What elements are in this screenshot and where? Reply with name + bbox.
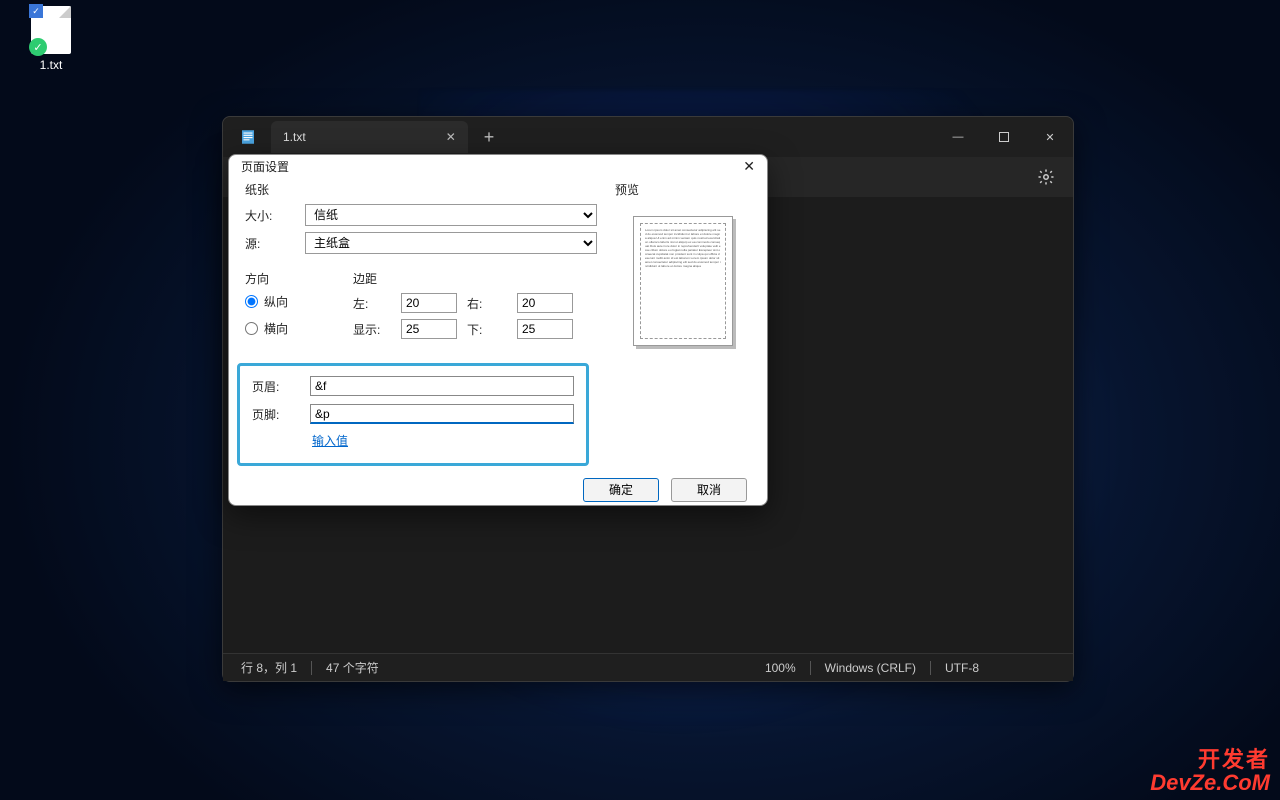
footer-input[interactable] (310, 404, 574, 424)
desktop-file-label: 1.txt (16, 58, 86, 72)
desktop-file-icon[interactable]: ✓ ✓ 1.txt (16, 6, 86, 72)
titlebar[interactable]: 1.txt ✕ + — ✕ (223, 117, 1073, 157)
preview-page: Lorem ipsum dolor sit amet consectetur a… (633, 216, 733, 346)
ok-button[interactable]: 确定 (583, 478, 659, 502)
paper-group-label: 纸张 (245, 181, 597, 198)
paper-size-label: 大小: (245, 207, 295, 224)
footer-label: 页脚: (252, 406, 296, 423)
close-window-button[interactable]: ✕ (1027, 117, 1073, 157)
preview-label: 预览 (615, 181, 751, 198)
margin-top-input[interactable] (401, 319, 457, 339)
status-cursor: 行 8，列 1 (241, 659, 297, 676)
watermark: 开发者 DevZe.CoM (1150, 748, 1270, 794)
cancel-button[interactable]: 取消 (671, 478, 747, 502)
check-badge-icon: ✓ (29, 4, 43, 18)
text-file-icon: ✓ ✓ (31, 6, 71, 54)
tab-title: 1.txt (283, 130, 306, 144)
paper-size-select[interactable]: 信纸 (305, 204, 597, 226)
margin-bottom-input[interactable] (517, 319, 573, 339)
margin-left-input[interactable] (401, 293, 457, 313)
desktop: ✓ ✓ 1.txt 1.txt ✕ + — ✕ (0, 0, 1280, 800)
page-setup-dialog: 页面设置 ✕ 纸张 大小: 信纸 源: 主纸盒 (228, 154, 768, 506)
watermark-line2: DevZe.CoM (1150, 771, 1270, 794)
new-tab-button[interactable]: + (484, 127, 495, 148)
paper-source-select[interactable]: 主纸盒 (305, 232, 597, 254)
preview-page-content: Lorem ipsum dolor sit amet consectetur a… (640, 223, 726, 339)
settings-gear-icon[interactable] (1037, 168, 1055, 186)
paper-group: 纸张 大小: 信纸 源: 主纸盒 (245, 181, 597, 260)
watermark-line1: 开发者 (1150, 748, 1270, 771)
margins-group-label: 边距 (353, 270, 597, 287)
margin-left-label: 左: (353, 295, 391, 312)
minimize-button[interactable]: — (935, 117, 981, 157)
orientation-portrait[interactable]: 纵向 (245, 293, 335, 310)
header-input[interactable] (310, 376, 574, 396)
paper-source-label: 源: (245, 235, 295, 252)
status-zoom: 100% (765, 661, 796, 675)
portrait-radio[interactable] (245, 295, 258, 308)
dialog-titlebar[interactable]: 页面设置 ✕ (229, 155, 767, 177)
dialog-title: 页面设置 (241, 158, 289, 175)
landscape-radio[interactable] (245, 322, 258, 335)
margin-bottom-label: 下: (467, 321, 507, 338)
status-eol: Windows (CRLF) (825, 661, 916, 675)
margin-top-label: 显示: (353, 321, 391, 338)
status-bar: 行 8，列 1 47 个字符 100% Windows (CRLF) UTF-8 (223, 653, 1073, 681)
status-encoding: UTF-8 (945, 661, 1055, 675)
sync-badge-icon: ✓ (29, 38, 47, 56)
dialog-close-icon[interactable]: ✕ (743, 158, 755, 175)
maximize-icon (999, 132, 1009, 142)
margins-group: 边距 左: 右: 显示: 下: (353, 270, 597, 347)
orientation-landscape[interactable]: 横向 (245, 320, 335, 337)
notepad-app-icon (237, 126, 259, 148)
dialog-buttons: 确定 取消 (229, 474, 767, 505)
tab-file[interactable]: 1.txt ✕ (271, 121, 468, 153)
header-label: 页眉: (252, 378, 296, 395)
orientation-group-label: 方向 (245, 270, 335, 287)
status-chars: 47 个字符 (326, 659, 379, 676)
maximize-button[interactable] (981, 117, 1027, 157)
input-values-link[interactable]: 输入值 (312, 434, 348, 448)
margin-right-label: 右: (467, 295, 507, 312)
margin-right-input[interactable] (517, 293, 573, 313)
header-footer-highlight: 页眉: 页脚: 输入值 (237, 363, 589, 466)
orientation-group: 方向 纵向 横向 (245, 270, 335, 347)
preview-pane: 预览 Lorem ipsum dolor sit amet consectetu… (615, 181, 751, 466)
tab-close-icon[interactable]: ✕ (446, 130, 456, 144)
